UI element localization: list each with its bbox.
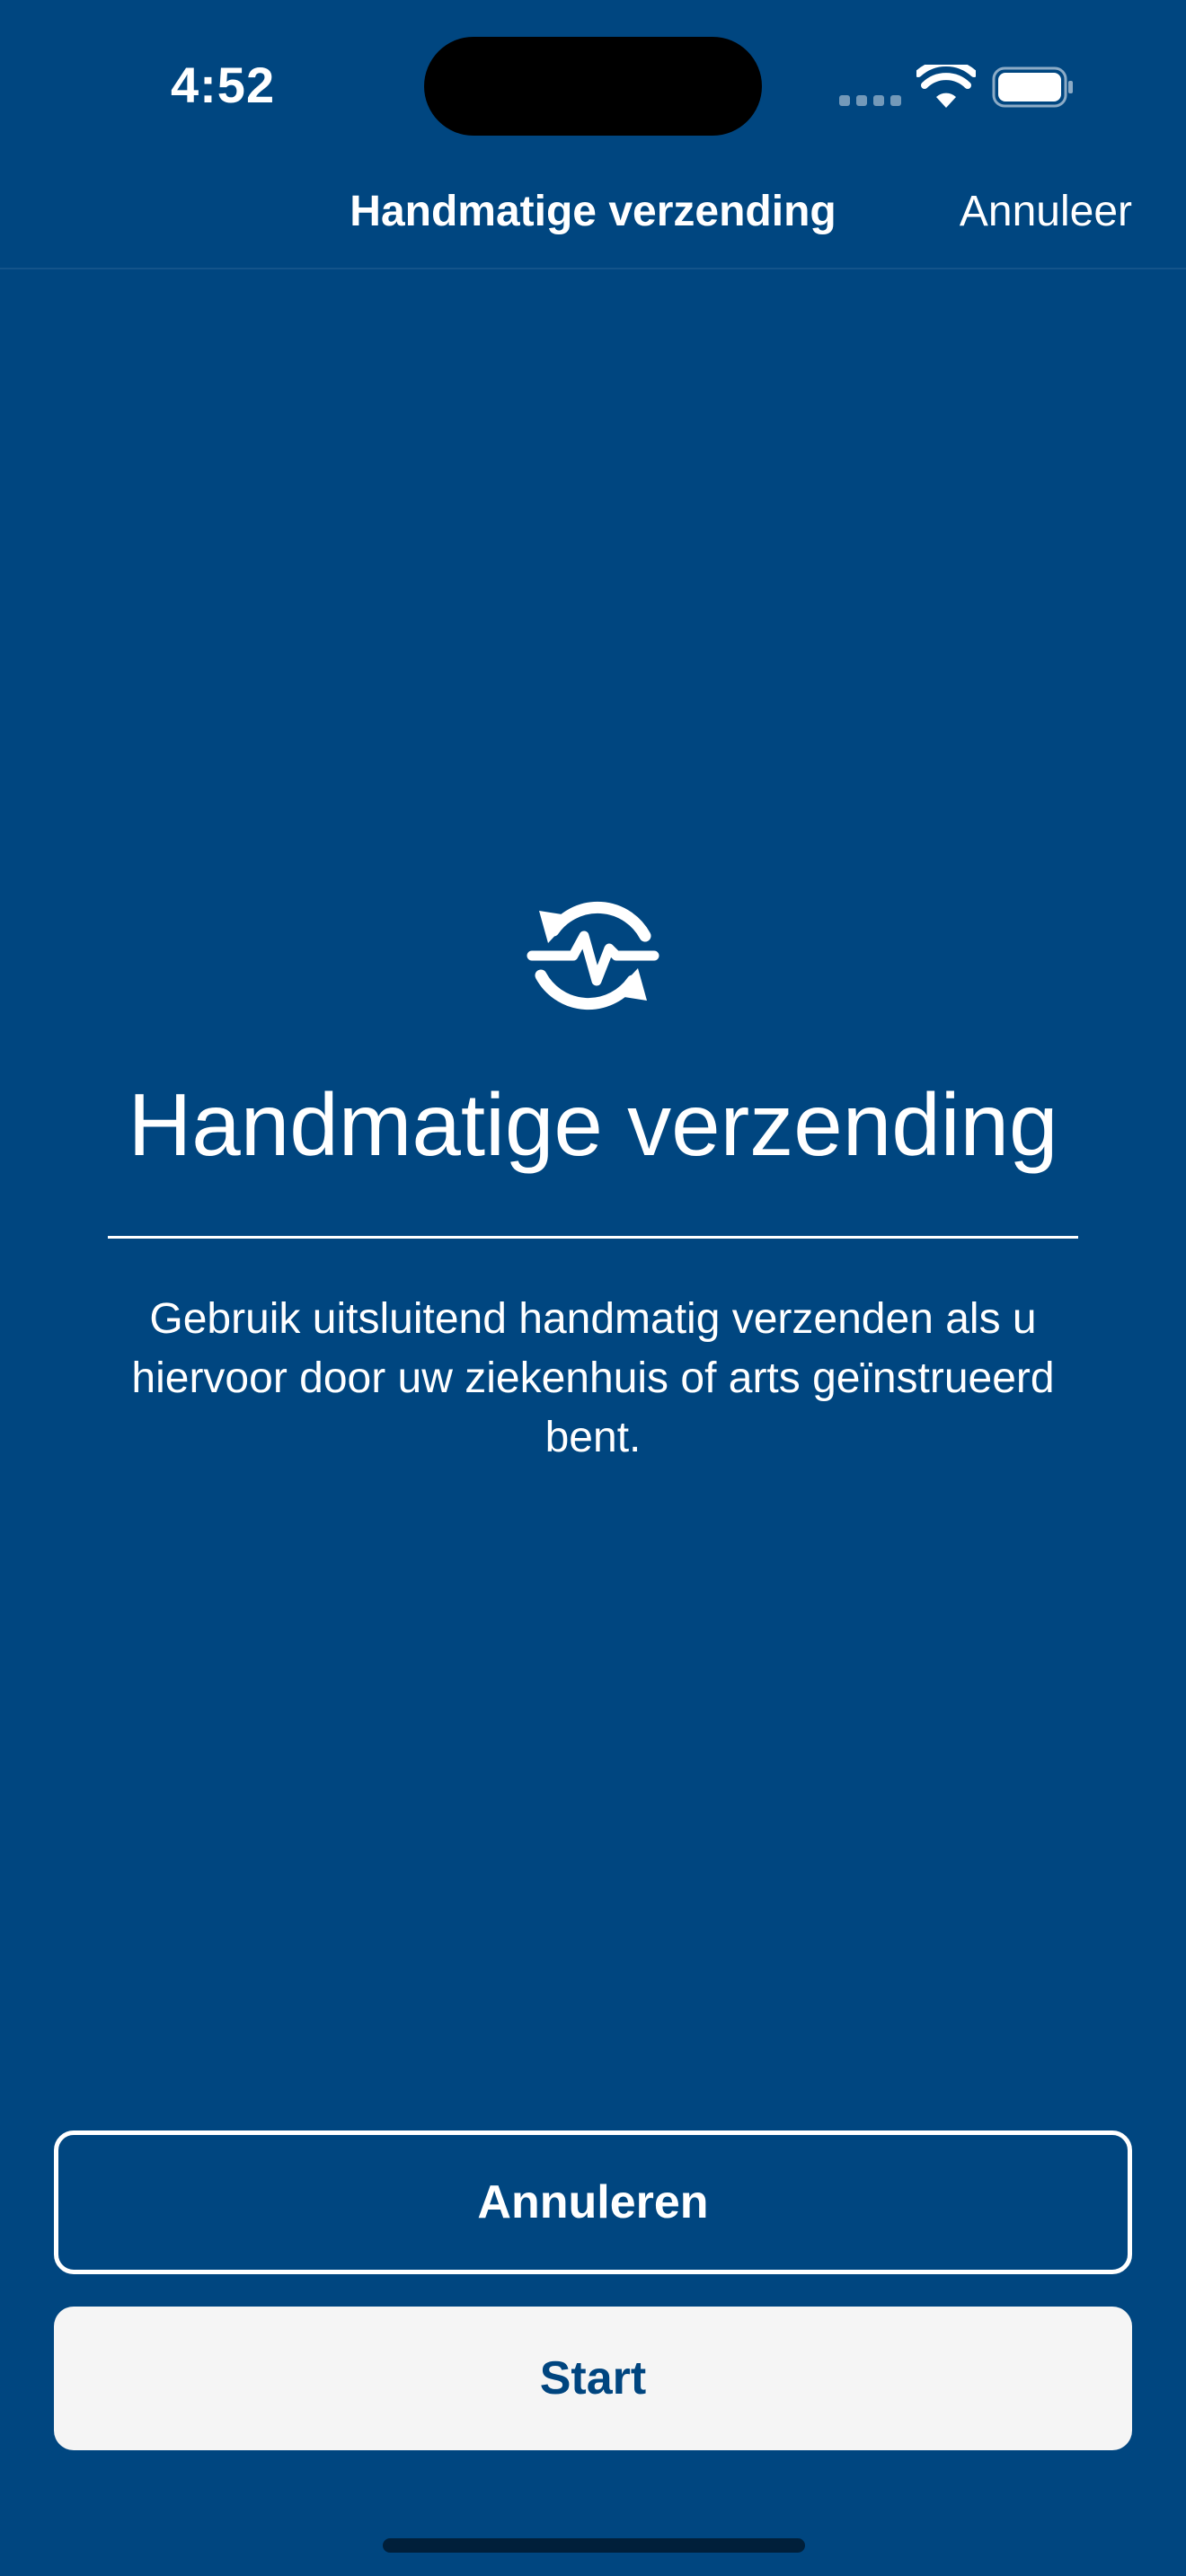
- dynamic-island: [424, 37, 762, 136]
- sync-heartbeat-icon: [527, 901, 659, 1010]
- instruction-text: Gebruik uitsluitend handmatig verzenden …: [131, 1295, 1055, 1461]
- status-bar: 4:52: [0, 0, 1186, 171]
- navigation-bar: Handmatige verzending Annuleer: [0, 171, 1186, 269]
- cancel-button[interactable]: Annuleren: [54, 2130, 1132, 2274]
- battery-icon: [992, 66, 1073, 108]
- home-indicator[interactable]: [383, 2538, 805, 2553]
- nav-cancel-button[interactable]: Annuleer: [960, 187, 1132, 236]
- wifi-icon: [916, 65, 976, 108]
- title-divider: [108, 1236, 1078, 1239]
- cellular-signal-icon: [839, 95, 902, 106]
- status-time: 4:52: [171, 57, 276, 113]
- start-button[interactable]: Start: [54, 2307, 1132, 2450]
- page-title: Handmatige verzending: [128, 1075, 1058, 1174]
